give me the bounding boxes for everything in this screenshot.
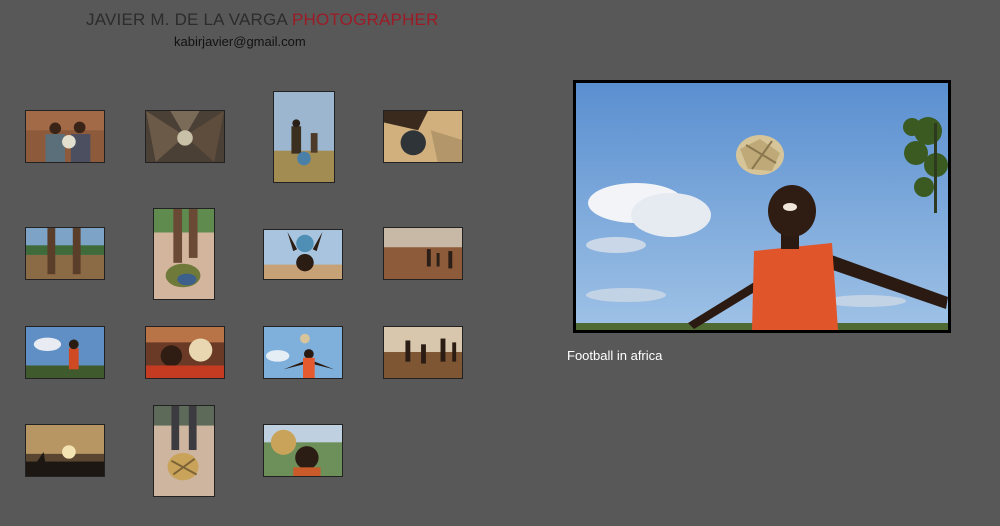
photo-caption: Football in africa — [567, 348, 663, 363]
site-title: JAVIER M. DE LA VARGA PHOTOGRAPHER — [86, 10, 439, 30]
thumbnail-11[interactable] — [263, 326, 343, 379]
email-link[interactable]: kabirjavier@gmail.com — [174, 34, 306, 49]
thumbnail-5[interactable] — [25, 227, 105, 280]
photographer-name: JAVIER M. DE LA VARGA — [86, 10, 288, 29]
thumbnail-12[interactable] — [383, 326, 463, 379]
thumbnail-9[interactable] — [25, 326, 105, 379]
thumbnail-2[interactable] — [145, 110, 225, 163]
thumbnail-15[interactable] — [263, 424, 343, 477]
thumbnail-3[interactable] — [273, 91, 335, 183]
featured-photo[interactable] — [573, 80, 951, 333]
thumbnail-14[interactable] — [153, 405, 215, 497]
thumbnail-7[interactable] — [263, 229, 343, 280]
thumbnail-13[interactable] — [25, 424, 105, 477]
thumbnail-1[interactable] — [25, 110, 105, 163]
photographer-label: PHOTOGRAPHER — [291, 10, 439, 29]
thumbnail-10[interactable] — [145, 326, 225, 379]
thumbnail-8[interactable] — [383, 227, 463, 280]
featured-photo-image — [576, 83, 948, 330]
thumbnail-6[interactable] — [153, 208, 215, 300]
thumbnail-4[interactable] — [383, 110, 463, 163]
